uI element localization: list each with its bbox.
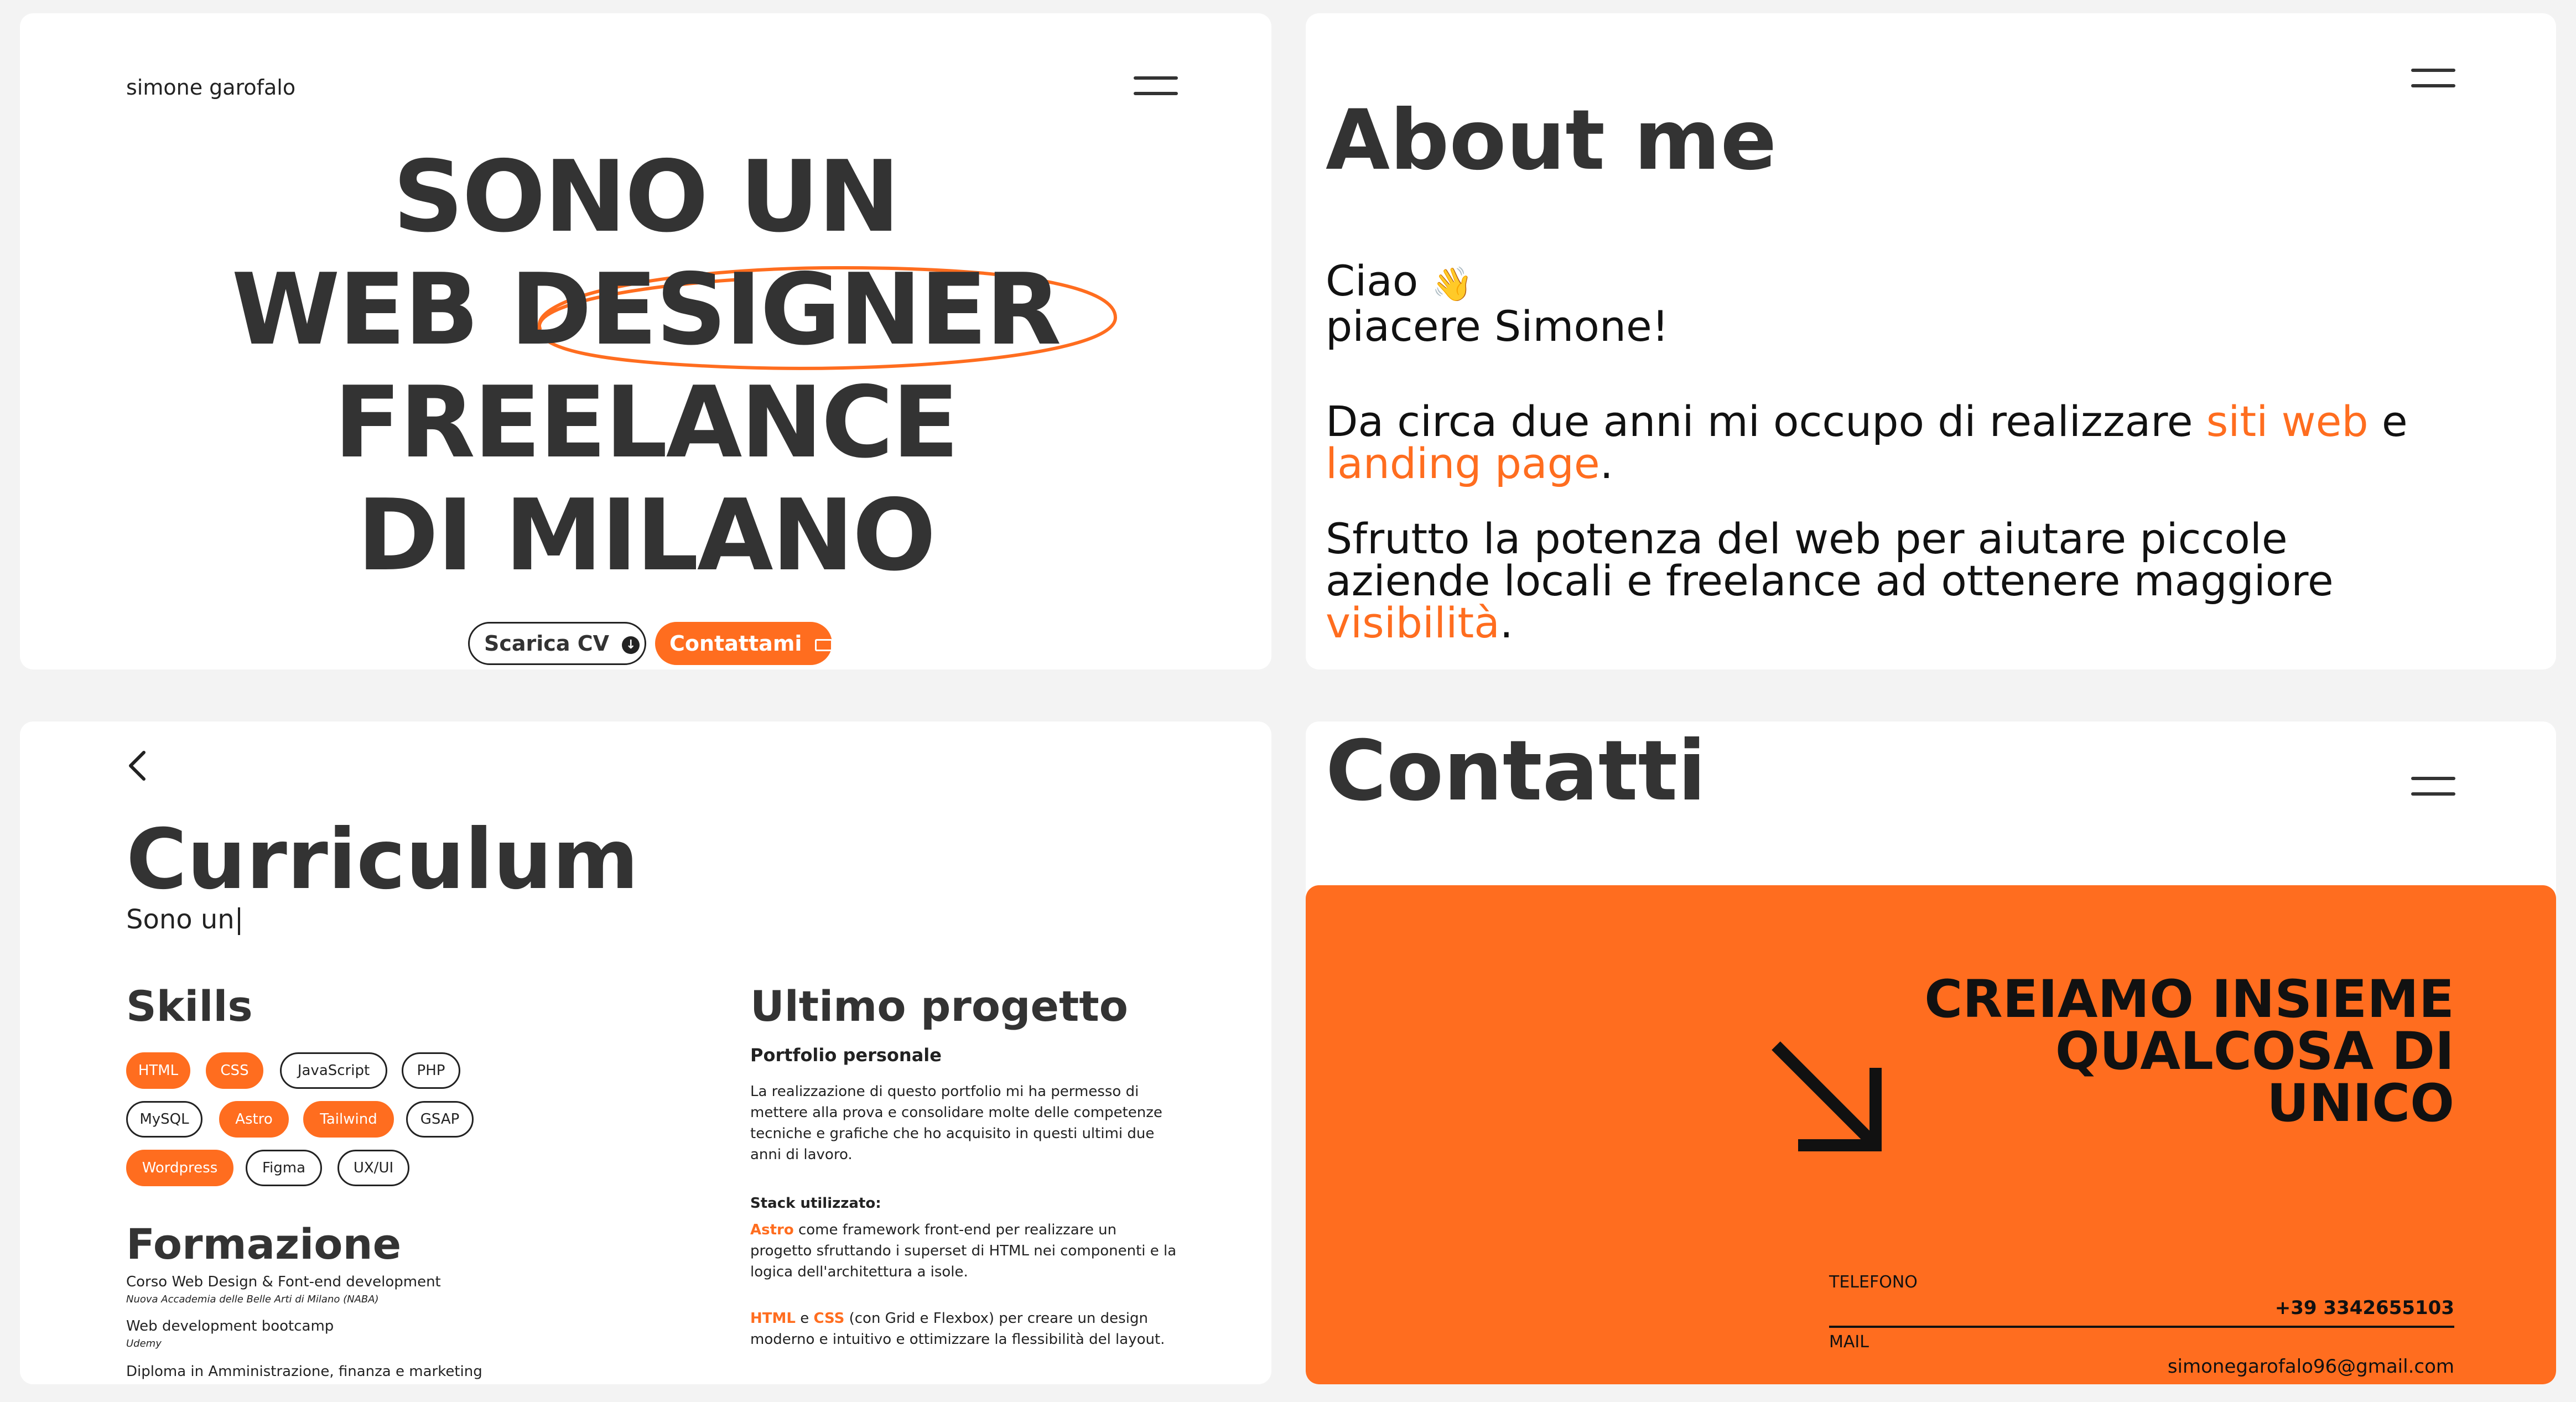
skill-chip: MySQL [126, 1101, 202, 1138]
text-caret [237, 907, 240, 935]
mail-label: MAIL [1829, 1332, 1869, 1352]
siti-web-link[interactable]: siti web [2206, 397, 2369, 446]
project-desc-line: anni di lavoro. [750, 1146, 853, 1163]
project-desc-line: mettere alla prova e consolidare molte d… [750, 1104, 1162, 1121]
mail-icon [814, 638, 833, 651]
contact-cta: CREIAMO INSIEME QUALCOSA DI UNICO [1924, 974, 2454, 1130]
menu-icon[interactable] [2411, 777, 2455, 796]
mail-value[interactable]: simonegarofalo96@gmail.com [2168, 1356, 2454, 1378]
education-course: Corso Web Design & Font-end development [126, 1274, 441, 1290]
greeting-line-1: Ciao [1326, 256, 1419, 305]
education-school: Nuova Accademia delle Belle Arti di Mila… [126, 1294, 379, 1305]
stack-and: e [795, 1310, 814, 1327]
hero-line-1: SONO UN [392, 139, 900, 254]
stack-css-line: moderno e intuitivo e ottimizzare la fle… [750, 1331, 1165, 1348]
about-paragraph-2: Sfrutto la potenza del web per aiutare p… [1326, 518, 2487, 644]
skill-chip: Astro [219, 1101, 289, 1138]
stack-html-css: HTML e CSS (con Grid e Flexbox) per crea… [750, 1308, 1165, 1350]
typed-text-value: Sono un [126, 904, 235, 935]
stack-astro: Astro come framework front-end per reali… [750, 1219, 1176, 1282]
divider [1829, 1326, 2454, 1328]
phone-label: TELEFONO [1829, 1273, 1918, 1292]
skill-chip: CSS [206, 1052, 263, 1089]
education-school: Udemy [126, 1338, 162, 1349]
menu-icon[interactable] [2411, 69, 2455, 87]
skill-chip: GSAP [406, 1101, 474, 1138]
curriculum-title: Curriculum [126, 812, 639, 908]
project-title: Ultimo progetto [750, 982, 1128, 1031]
stack-css-line: (con Grid e Flexbox) per creare un desig… [844, 1310, 1148, 1327]
education-course: Web development bootcamp [126, 1318, 334, 1335]
stack-title: Stack utilizzato: [750, 1195, 881, 1212]
stack-astro-line: come framework front-end per realizzare … [793, 1222, 1117, 1238]
contact-card: CREIAMO INSIEME QUALCOSA DI UNICO TELEFO… [1306, 885, 2556, 1384]
phone-value[interactable]: +39 3342655103 [2275, 1297, 2454, 1319]
skill-chip: PHP [402, 1052, 460, 1089]
hero-panel: simone garofalo SONO UN WEB DESIGNER FRE… [20, 13, 1271, 669]
skill-chip: Figma [246, 1150, 322, 1186]
skills-title: Skills [126, 982, 253, 1031]
project-desc-line: La realizzazione di questo portfolio mi … [750, 1083, 1139, 1100]
waving-hand-icon: 👋 [1431, 265, 1473, 304]
education-course: Diploma in Amministrazione, finanza e ma… [126, 1363, 482, 1380]
curriculum-panel: Curriculum Sono un Skills HTML CSS JavaS… [20, 721, 1271, 1384]
stack-html-name: HTML [750, 1310, 796, 1327]
greeting: Ciao 👋 piacere Simone! [1326, 260, 2487, 347]
typed-text: Sono un [126, 904, 240, 935]
arrow-down-right-icon [1772, 1041, 1882, 1151]
contact-button[interactable]: Contattami [655, 622, 833, 665]
about-panel: About me Ciao 👋 piacere Simone! Da circa… [1306, 13, 2556, 669]
skill-chip: JavaScript [280, 1052, 387, 1089]
menu-icon[interactable] [1134, 76, 1178, 95]
project-subtitle: Portfolio personale [750, 1045, 942, 1066]
landing-page-link[interactable]: landing page [1326, 439, 1600, 488]
formazione-title: Formazione [126, 1219, 402, 1269]
skill-chip: UX/UI [337, 1150, 409, 1186]
download-cv-label: Scarica CV [484, 631, 609, 656]
about-paragraph-1: Da circa due anni mi occupo di realizzar… [1326, 401, 2487, 485]
cta-line-1: CREIAMO INSIEME [1924, 969, 2454, 1030]
p2-end: . [1499, 598, 1513, 647]
contact-panel: Contatti CREIAMO INSIEME QUALCOSA DI UNI… [1306, 721, 2556, 1384]
p1-text-3: . [1599, 439, 1613, 488]
skill-chip: HTML [126, 1052, 190, 1089]
download-icon: ↓ [622, 636, 640, 654]
contact-title: Contatti [1326, 723, 1706, 819]
project-desc-line: tecniche e grafiche che ho acquisito in … [750, 1125, 1155, 1142]
hero-line-3: FREELANCE [334, 365, 959, 480]
cta-line-3: UNICO [2267, 1073, 2454, 1134]
hero-line-4: DI MILANO [357, 478, 936, 593]
download-cv-button[interactable]: Scarica CV ↓ [468, 622, 646, 665]
about-title: About me [1326, 92, 1777, 189]
hero-headline: SONO UN WEB DESIGNER FREELANCE DI MILANO [20, 141, 1271, 592]
chevron-left-icon[interactable] [125, 749, 149, 782]
stack-astro-line: logica dell'architettura a isole. [750, 1264, 968, 1280]
visibilita-link[interactable]: visibilità [1326, 598, 1500, 647]
stack-css-name: CSS [813, 1310, 845, 1327]
brand-logo[interactable]: simone garofalo [126, 75, 295, 100]
stack-astro-name: Astro [750, 1222, 794, 1238]
greeting-line-2: piacere Simone! [1326, 302, 1669, 351]
p1-text-2: e [2368, 397, 2408, 446]
skill-chip: Wordpress [126, 1150, 233, 1186]
contact-button-label: Contattami [669, 631, 802, 656]
skill-chip: Tailwind [303, 1101, 394, 1138]
hero-line-2: WEB DESIGNER [231, 252, 1061, 367]
cta-line-2: QUALCOSA DI [2055, 1021, 2454, 1082]
project-description: La realizzazione di questo portfolio mi … [750, 1081, 1162, 1165]
stack-astro-line: progetto sfruttando i superset di HTML n… [750, 1243, 1177, 1259]
